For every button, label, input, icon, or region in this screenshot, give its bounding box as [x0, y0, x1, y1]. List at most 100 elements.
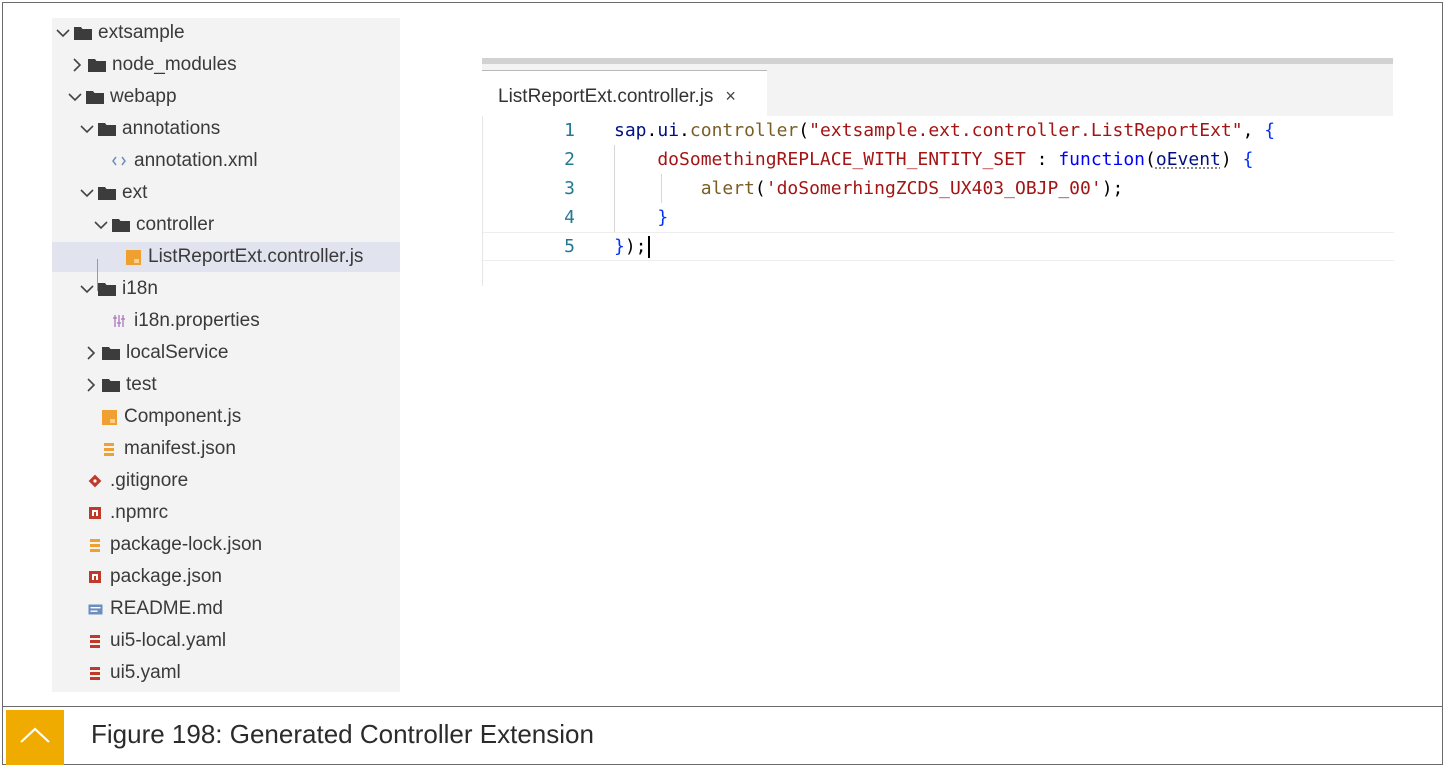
tree-item-test[interactable]: test	[52, 370, 400, 400]
code-token: sap	[614, 120, 647, 141]
tree-item-label: annotations	[122, 118, 221, 139]
tree-item-label: package.json	[110, 566, 222, 587]
code-token: "extsample.ext.controller.ListReportExt"	[809, 120, 1243, 141]
chevron-down-icon[interactable]	[78, 278, 96, 300]
tree-item-i18n[interactable]: i18n	[52, 274, 400, 304]
code-line[interactable]: 4 }	[483, 203, 1394, 232]
tree-item-manifest-json[interactable]: manifest.json	[52, 434, 400, 464]
tree-item-ext[interactable]: ext	[52, 178, 400, 208]
code-token: :	[1025, 149, 1059, 170]
tree-item-i18n-properties[interactable]: i18n.properties	[52, 306, 400, 336]
tree-item-label: ListReportExt.controller.js	[148, 246, 364, 267]
tree-item-readme-md[interactable]: README.md	[52, 594, 400, 624]
indent-guide	[661, 174, 662, 203]
code-token: {	[1264, 120, 1276, 141]
line-text: alert('doSomerhingZCDS_UX403_OBJP_00');	[614, 178, 1124, 199]
tree-item-listreportext-controller-js[interactable]: ListReportExt.controller.js	[52, 242, 400, 272]
code-token: controller	[689, 120, 799, 141]
tree-item-controller[interactable]: controller	[52, 210, 400, 240]
folder-icon	[102, 374, 120, 396]
tree-item-ui5-local-yaml[interactable]: ui5-local.yaml	[52, 626, 400, 656]
code-token: ,	[1242, 120, 1265, 141]
code-token: ui	[657, 120, 680, 141]
tree-item-label: manifest.json	[124, 438, 236, 459]
tree-item-label: extsample	[98, 22, 185, 43]
tree-item-npmrc[interactable]: .npmrc	[52, 498, 400, 528]
text-cursor	[647, 235, 650, 258]
tree-item-label: test	[126, 374, 157, 395]
tree-item-label: ext	[122, 182, 148, 203]
caption-badge[interactable]	[6, 710, 64, 765]
json-file-icon	[86, 534, 104, 556]
tree-item-label: node_modules	[112, 54, 237, 75]
chevron-right-icon[interactable]	[82, 374, 100, 396]
tree-item-label: i18n	[122, 278, 158, 299]
tree-item-annotations[interactable]: annotations	[52, 114, 400, 144]
code-token: }	[614, 207, 669, 228]
tree-item-package-json[interactable]: package.json	[52, 562, 400, 592]
code-token: (	[754, 178, 766, 199]
js-file-icon	[124, 246, 142, 268]
tree-item-gitignore[interactable]: .gitignore	[52, 466, 400, 496]
xml-file-icon	[110, 150, 128, 172]
line-text: });	[614, 235, 650, 258]
chevron-right-icon[interactable]	[68, 54, 86, 76]
yaml-file-icon	[86, 630, 104, 652]
chevron-down-icon[interactable]	[54, 22, 72, 44]
folder-icon	[102, 342, 120, 364]
folder-icon	[88, 54, 106, 76]
line-number: 4	[564, 207, 575, 228]
code-editor: ListReportExt.controller.js × 1 sap.ui.co…	[482, 58, 1394, 286]
tree-item-label: Component.js	[124, 406, 242, 427]
folder-icon	[86, 86, 104, 108]
chevron-up-icon	[19, 726, 51, 749]
code-token: alert	[614, 178, 755, 199]
chevron-down-icon[interactable]	[78, 182, 96, 204]
chevron-down-icon[interactable]	[78, 118, 96, 140]
line-number: 2	[564, 149, 575, 170]
tree-item-label: controller	[136, 214, 215, 235]
chevron-down-icon[interactable]	[66, 86, 84, 108]
git-file-icon	[86, 470, 104, 492]
caption-text: Figure 198: Generated Controller Extensi…	[91, 719, 594, 749]
line-number: 3	[564, 178, 575, 199]
tree-item-label: localService	[126, 342, 229, 363]
folder-icon	[98, 182, 116, 204]
code-token: }	[614, 235, 625, 257]
code-line[interactable]: 5});	[483, 232, 1394, 261]
chevron-right-icon[interactable]	[82, 342, 100, 364]
code-token: .	[646, 120, 658, 141]
tree-item-node-modules[interactable]: node_modules	[52, 50, 400, 80]
tree-item-label: ui5.yaml	[110, 662, 181, 683]
tree-item-label: README.md	[110, 598, 223, 619]
folder-icon	[112, 214, 130, 236]
code-token: );	[624, 235, 647, 257]
tree-item-label: webapp	[110, 86, 177, 107]
folder-icon	[98, 118, 116, 140]
code-area[interactable]: 1 sap.ui.controller("extsample.ext.contro…	[482, 116, 1394, 286]
code-line[interactable]: 1 sap.ui.controller("extsample.ext.contro…	[483, 116, 1394, 145]
tree-item-ui5-yaml[interactable]: ui5.yaml	[52, 658, 400, 688]
tree-item-webapp[interactable]: webapp	[52, 82, 400, 112]
line-text: sap.ui.controller("extsample.ext.control…	[614, 120, 1275, 141]
indent-guide	[614, 145, 615, 232]
tree-item-package-lock-json[interactable]: package-lock.json	[52, 530, 400, 560]
chevron-down-icon[interactable]	[92, 214, 110, 236]
code-token: (	[1145, 149, 1156, 170]
tree-indent-guide	[97, 259, 98, 291]
code-line[interactable]: 2 doSomethingREPLACE_WITH_ENTITY_SET : f…	[483, 145, 1394, 174]
tree-item-label: i18n.properties	[134, 310, 260, 331]
tree-item-localservice[interactable]: localService	[52, 338, 400, 368]
tab-listreportext-controller-js[interactable]: ListReportExt.controller.js ×	[482, 70, 767, 122]
properties-file-icon	[110, 310, 128, 332]
tree-item-extsample[interactable]: extsample	[52, 18, 400, 48]
folder-icon	[98, 278, 116, 300]
close-icon[interactable]: ×	[725, 86, 736, 107]
tree-item-label: .gitignore	[110, 470, 189, 491]
tree-item-component-js[interactable]: Component.js	[52, 402, 400, 432]
file-explorer: extsample node_modules webapp annotation…	[52, 18, 400, 692]
code-line[interactable]: 3 alert('doSomerhingZCDS_UX403_OBJP_00')…	[483, 174, 1394, 203]
code-token: function	[1058, 149, 1146, 170]
code-token: oEvent	[1155, 149, 1221, 170]
tree-item-annotation-xml[interactable]: annotation.xml	[52, 146, 400, 176]
